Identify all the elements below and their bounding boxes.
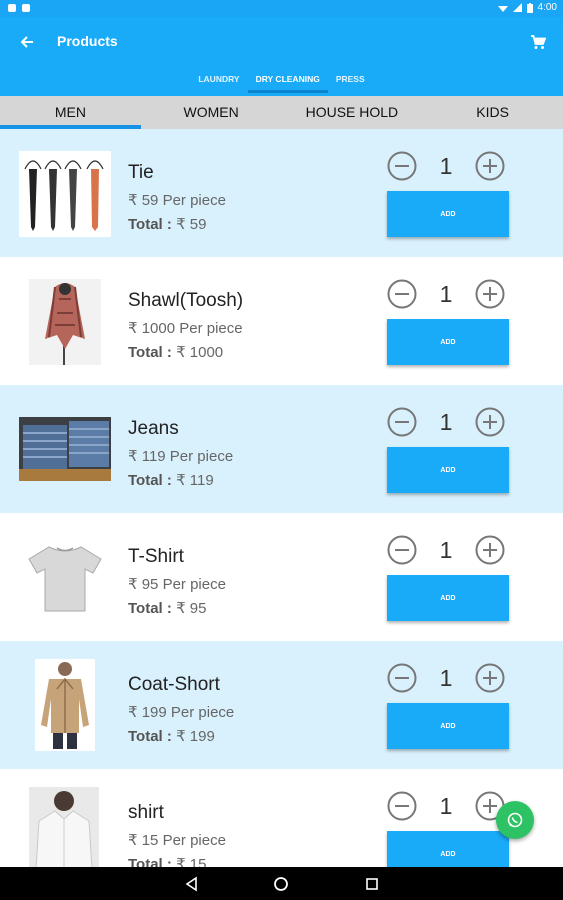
product-image xyxy=(29,787,99,867)
battery-icon xyxy=(526,2,533,13)
status-time: 4:00 xyxy=(537,2,557,13)
product-total: Total : ₹ 1000 xyxy=(128,343,223,361)
total-label: Total : xyxy=(128,728,172,745)
plus-icon[interactable] xyxy=(475,663,505,693)
total-label: Total : xyxy=(128,344,172,361)
product-total: Total : ₹ 15 xyxy=(128,855,206,867)
plus-icon[interactable] xyxy=(475,279,505,309)
quantity-value: 1 xyxy=(439,793,453,819)
product-price: ₹ 199 Per piece xyxy=(128,704,235,721)
minus-icon[interactable] xyxy=(387,407,417,437)
product-image xyxy=(19,417,111,481)
add-button[interactable]: ADD xyxy=(387,319,509,365)
product-image xyxy=(29,279,101,365)
total-label: Total : xyxy=(128,472,172,489)
whatsapp-button[interactable] xyxy=(496,801,534,839)
nav-home-icon[interactable] xyxy=(272,875,290,893)
total-label: Total : xyxy=(128,856,172,867)
product-price: ₹ 59 Per piece xyxy=(128,192,226,209)
total-value: ₹ 1000 xyxy=(176,344,224,361)
minus-icon[interactable] xyxy=(387,535,417,565)
list-item: T-Shirt ₹ 95 Per piece Total : ₹ 95 1 AD… xyxy=(0,513,563,641)
total-label: Total : xyxy=(128,216,172,233)
add-button[interactable]: ADD xyxy=(387,575,509,621)
signal-icon xyxy=(512,3,522,12)
page-title: Products xyxy=(57,33,118,49)
app-bar: Products LAUNDRY DRY CLEANING PRESS xyxy=(0,17,563,96)
whatsapp-icon xyxy=(507,812,523,828)
list-item: Jeans ₹ 119 Per piece Total : ₹ 119 1 AD… xyxy=(0,385,563,513)
product-list[interactable]: Tie ₹ 59 Per piece Total : ₹ 59 1 ADD Sh… xyxy=(0,129,563,867)
cart-icon xyxy=(531,35,546,49)
product-price: ₹ 119 Per piece xyxy=(128,448,234,465)
status-bar: 4:00 xyxy=(0,0,563,17)
add-button[interactable]: ADD xyxy=(387,831,509,867)
total-value: ₹ 15 xyxy=(176,856,207,867)
add-button[interactable]: ADD xyxy=(387,703,509,749)
product-name: Shawl(Toosh) xyxy=(128,290,244,311)
product-total: Total : ₹ 199 xyxy=(128,727,215,745)
product-image xyxy=(19,535,111,621)
product-name: shirt xyxy=(128,802,164,823)
product-price: ₹ 15 Per piece xyxy=(128,832,226,849)
list-item: Shawl(Toosh) ₹ 1000 Per piece Total : ₹ … xyxy=(0,257,563,385)
tab-dry-cleaning[interactable]: DRY CLEANING xyxy=(247,71,328,93)
service-tabs: LAUNDRY DRY CLEANING PRESS xyxy=(0,71,563,96)
product-price: ₹ 95 Per piece xyxy=(128,576,226,593)
minus-icon[interactable] xyxy=(387,151,417,181)
minus-icon[interactable] xyxy=(387,791,417,821)
product-image xyxy=(35,659,95,751)
wifi-icon xyxy=(497,6,508,12)
product-total: Total : ₹ 119 xyxy=(128,471,214,489)
back-button[interactable] xyxy=(14,29,40,55)
list-item: shirt ₹ 15 Per piece Total : ₹ 15 1 ADD xyxy=(0,769,563,867)
product-name: Coat-Short xyxy=(128,674,220,695)
product-price: ₹ 1000 Per piece xyxy=(128,320,243,337)
list-item: Coat-Short ₹ 199 Per piece Total : ₹ 199… xyxy=(0,641,563,769)
product-name: T-Shirt xyxy=(128,546,184,567)
notification-icons xyxy=(8,4,30,12)
add-button[interactable]: ADD xyxy=(387,447,509,493)
total-value: ₹ 95 xyxy=(176,600,207,617)
add-button[interactable]: ADD xyxy=(387,191,509,237)
total-value: ₹ 199 xyxy=(176,728,215,745)
tab-kids[interactable]: KIDS xyxy=(422,96,563,129)
product-total: Total : ₹ 95 xyxy=(128,599,206,617)
status-indicators: 4:00 xyxy=(497,2,557,13)
minus-icon[interactable] xyxy=(387,663,417,693)
quantity-value: 1 xyxy=(439,153,453,179)
minus-icon[interactable] xyxy=(387,279,417,309)
product-image xyxy=(19,151,111,237)
list-item: Tie ₹ 59 Per piece Total : ₹ 59 1 ADD xyxy=(0,129,563,257)
product-name: Tie xyxy=(128,162,154,183)
arrow-back-icon xyxy=(20,36,33,48)
cart-button[interactable] xyxy=(525,29,551,55)
tab-men[interactable]: MEN xyxy=(0,96,141,129)
tab-laundry[interactable]: LAUNDRY xyxy=(190,71,247,93)
total-label: Total : xyxy=(128,600,172,617)
plus-icon[interactable] xyxy=(475,535,505,565)
product-name: Jeans xyxy=(128,418,179,439)
system-nav-bar xyxy=(0,867,563,900)
total-value: ₹ 59 xyxy=(176,216,207,233)
total-value: ₹ 119 xyxy=(176,472,214,489)
quantity-value: 1 xyxy=(439,665,453,691)
plus-icon[interactable] xyxy=(475,407,505,437)
nav-recents-icon[interactable] xyxy=(363,875,381,893)
product-total: Total : ₹ 59 xyxy=(128,215,206,233)
quantity-value: 1 xyxy=(439,409,453,435)
category-tabs: MEN WOMEN HOUSE HOLD KIDS xyxy=(0,96,563,129)
tab-household[interactable]: HOUSE HOLD xyxy=(282,96,423,129)
plus-icon[interactable] xyxy=(475,151,505,181)
quantity-value: 1 xyxy=(439,281,453,307)
tab-women[interactable]: WOMEN xyxy=(141,96,282,129)
nav-back-icon[interactable] xyxy=(183,875,201,893)
tab-press[interactable]: PRESS xyxy=(328,71,373,93)
quantity-value: 1 xyxy=(439,537,453,563)
